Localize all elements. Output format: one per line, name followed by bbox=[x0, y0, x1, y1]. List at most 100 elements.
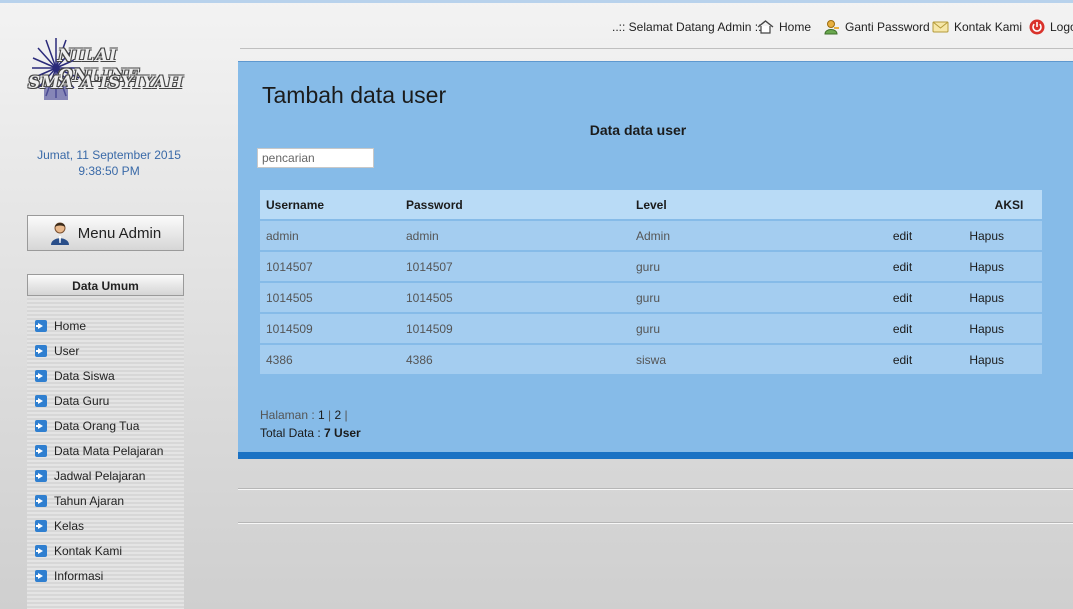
arrow-right-icon bbox=[35, 470, 47, 482]
arrow-right-icon bbox=[35, 570, 47, 582]
sidebar-item-label: Informasi bbox=[54, 569, 104, 583]
page-link-1[interactable]: 1 bbox=[318, 408, 325, 422]
menu-admin-label: Menu Admin bbox=[77, 224, 162, 242]
edit-link[interactable]: edit bbox=[872, 220, 943, 252]
nav-kontak-kami-link[interactable]: Kontak Kami bbox=[932, 18, 1022, 36]
sidebar-item-data-mata-pelajaran[interactable]: Data Mata Pelajaran bbox=[35, 444, 163, 458]
total-data-label: Total Data : bbox=[260, 426, 325, 440]
pagination-separator: | bbox=[324, 408, 335, 422]
cell-username: 1014509 bbox=[260, 313, 400, 345]
arrow-right-icon bbox=[35, 370, 47, 382]
sidebar-item-data-siswa[interactable]: Data Siswa bbox=[35, 369, 115, 383]
admin-user-icon bbox=[50, 222, 69, 245]
cell-username: admin bbox=[260, 220, 400, 252]
nav-logout-link[interactable]: Logo bbox=[1029, 18, 1073, 36]
table-row: 4386 4386 siswa edit Hapus bbox=[260, 344, 1042, 376]
cell-password: 4386 bbox=[400, 344, 630, 376]
sidebar-item-label: Data Mata Pelajaran bbox=[54, 444, 164, 458]
arrow-right-icon bbox=[35, 445, 47, 457]
arrow-right-icon bbox=[35, 395, 47, 407]
cell-password: 1014505 bbox=[400, 282, 630, 314]
cell-username: 1014507 bbox=[260, 251, 400, 283]
nav-divider bbox=[240, 48, 1073, 49]
nav-ganti-password-link[interactable]: Ganti Password bbox=[824, 18, 930, 36]
sidebar-item-label: Home bbox=[54, 319, 87, 333]
cell-password: admin bbox=[400, 220, 630, 252]
sidebar-item-kontak-kami[interactable]: Kontak Kami bbox=[35, 544, 122, 558]
sidebar-item-label: Jadwal Pelajaran bbox=[54, 469, 146, 483]
edit-link[interactable]: edit bbox=[872, 344, 943, 376]
arrow-right-icon bbox=[35, 495, 47, 507]
cell-username: 4386 bbox=[260, 344, 400, 376]
table-row: 1014509 1014509 guru edit Hapus bbox=[260, 313, 1042, 345]
sidebar-item-label: Data Guru bbox=[54, 394, 110, 408]
power-icon bbox=[1029, 19, 1045, 35]
user-table: Username Password Level AKSI admin admin… bbox=[260, 190, 1042, 376]
hapus-link[interactable]: Hapus bbox=[942, 344, 1042, 376]
cell-level: Admin bbox=[630, 220, 872, 252]
sidebar-item-data-orang-tua[interactable]: Data Orang Tua bbox=[35, 419, 139, 433]
nav-home-label: Home bbox=[779, 20, 812, 34]
nav-ganti-password-label: Ganti Password bbox=[845, 20, 930, 34]
top-accent-line bbox=[0, 0, 1073, 3]
column-header-aksi: AKSI bbox=[872, 190, 1042, 221]
table-row: 1014507 1014507 guru edit Hapus bbox=[260, 251, 1042, 283]
logo-line-2: SMA A'ISYIYAH bbox=[28, 73, 184, 93]
sidebar-item-label: Kelas bbox=[54, 519, 85, 533]
cell-level: guru bbox=[630, 282, 872, 314]
sidebar-item-tahun-ajaran[interactable]: Tahun Ajaran bbox=[35, 494, 124, 508]
hapus-link[interactable]: Hapus bbox=[942, 282, 1042, 314]
sidebar-item-label: Data Orang Tua bbox=[54, 419, 140, 433]
sidebar-item-informasi[interactable]: Informasi bbox=[35, 569, 103, 583]
pagination: Halaman : 1 | 2 | bbox=[260, 408, 348, 422]
panel-bottom-bar bbox=[238, 452, 1073, 459]
sidebar-item-label: Tahun Ajaran bbox=[54, 494, 125, 508]
arrow-right-icon bbox=[35, 420, 47, 432]
column-header-password: Password bbox=[400, 190, 630, 221]
cell-username: 1014505 bbox=[260, 282, 400, 314]
edit-link[interactable]: edit bbox=[872, 251, 943, 283]
sidebar-item-home[interactable]: Home bbox=[35, 319, 86, 333]
house-icon bbox=[757, 20, 774, 34]
edit-link[interactable]: edit bbox=[872, 313, 943, 345]
sidebar-item-jadwal-pelajaran[interactable]: Jadwal Pelajaran bbox=[35, 469, 145, 483]
main-panel: Tambah data user Data data user Username… bbox=[238, 61, 1073, 459]
hapus-link[interactable]: Hapus bbox=[942, 313, 1042, 345]
total-data-value: 7 User bbox=[324, 426, 361, 440]
hapus-link[interactable]: Hapus bbox=[942, 220, 1042, 252]
table-caption: Data data user bbox=[589, 122, 687, 138]
sidebar-menu: Home User Data Siswa Data Guru Data Oran… bbox=[27, 298, 184, 609]
arrow-right-icon bbox=[35, 320, 47, 332]
edit-link[interactable]: edit bbox=[872, 282, 943, 314]
nav-home-link[interactable]: Home bbox=[757, 18, 811, 36]
divider-line bbox=[238, 522, 1073, 524]
sidebar-item-label: Kontak Kami bbox=[54, 544, 123, 558]
sidebar-item-kelas[interactable]: Kelas bbox=[35, 519, 84, 533]
arrow-right-icon bbox=[35, 520, 47, 532]
nav-logout-label: Logo bbox=[1050, 20, 1073, 34]
date-time-display: Jumat, 11 September 2015 9:38:50 PM bbox=[20, 147, 198, 179]
cell-password: 1014509 bbox=[400, 313, 630, 345]
divider-line bbox=[238, 488, 1073, 490]
pagination-separator: | bbox=[341, 408, 348, 422]
cell-level: siswa bbox=[630, 344, 872, 376]
envelope-icon bbox=[932, 21, 949, 33]
nav-kontak-kami-label: Kontak Kami bbox=[954, 20, 1023, 34]
page-title: Tambah data user bbox=[262, 82, 447, 108]
arrow-right-icon bbox=[35, 545, 47, 557]
column-header-username: Username bbox=[260, 190, 400, 221]
cell-password: 1014507 bbox=[400, 251, 630, 283]
data-umum-header: Data Umum bbox=[27, 274, 184, 296]
menu-admin-button[interactable]: Menu Admin bbox=[27, 215, 184, 251]
sidebar-item-label: User bbox=[54, 344, 80, 358]
sidebar-item-user[interactable]: User bbox=[35, 344, 79, 358]
cell-level: guru bbox=[630, 313, 872, 345]
table-header-row: Username Password Level AKSI bbox=[260, 190, 1042, 221]
sidebar-item-data-guru[interactable]: Data Guru bbox=[35, 394, 109, 408]
site-logo: NILAI ONLINE SMA A'ISYIYAH bbox=[28, 36, 188, 108]
column-header-level: Level bbox=[630, 190, 872, 221]
current-time: 9:38:50 PM bbox=[78, 164, 140, 178]
total-data: Total Data : 7 User bbox=[260, 426, 361, 440]
hapus-link[interactable]: Hapus bbox=[942, 251, 1042, 283]
search-input[interactable] bbox=[257, 148, 374, 168]
